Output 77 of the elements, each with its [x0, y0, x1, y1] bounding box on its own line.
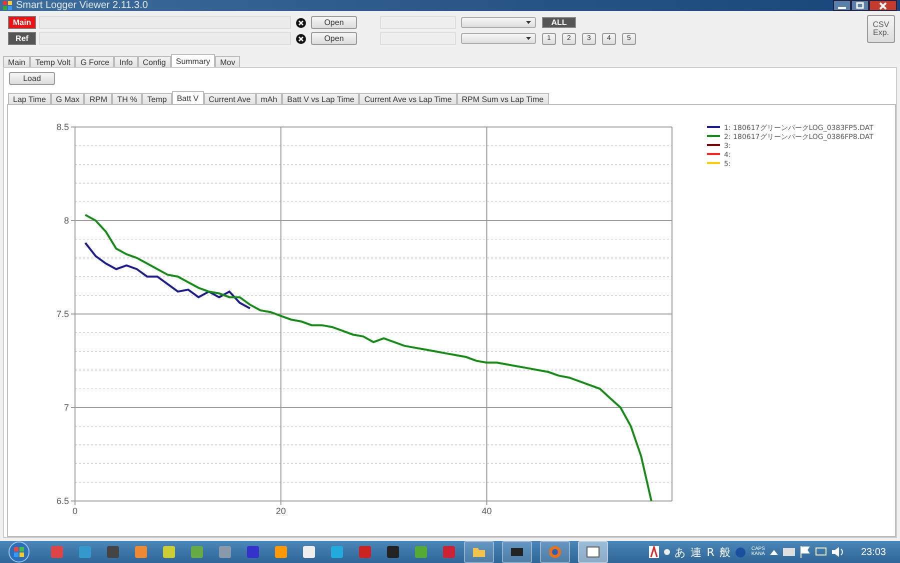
dropdown[interactable] [461, 17, 536, 28]
maximize-button[interactable] [851, 0, 869, 11]
y-tick-label: 7 [64, 402, 69, 412]
minimize-button[interactable] [833, 0, 851, 11]
network-icon[interactable] [782, 547, 795, 557]
taskbar-app-icon[interactable] [414, 545, 428, 559]
caret-icon [526, 21, 531, 24]
dropdown[interactable] [461, 33, 536, 44]
y-tick-label: 8.5 [56, 122, 69, 132]
tab[interactable]: G Force [75, 56, 114, 67]
tab[interactable]: RPM Sum vs Lap Time [456, 93, 549, 104]
close-icon [879, 2, 887, 10]
y-tick-label: 7.5 [56, 309, 69, 319]
x-tick-label: 40 [482, 506, 492, 516]
open-button[interactable]: Open [311, 32, 357, 45]
ime-mode[interactable]: 連 [690, 544, 702, 560]
tab[interactable]: Batt V vs Lap Time [282, 93, 360, 104]
tab[interactable]: Mov [215, 56, 240, 67]
monitor-icon[interactable] [814, 547, 827, 557]
ime-icon[interactable] [648, 546, 659, 558]
csv-export-button[interactable]: CSV Exp. [867, 15, 895, 43]
start-button[interactable] [6, 541, 32, 563]
tab[interactable]: RPM [84, 93, 112, 104]
file-label: Ref [8, 32, 36, 45]
tab[interactable]: Temp [142, 93, 172, 104]
taskbar-app-icon[interactable] [330, 545, 344, 559]
all-button[interactable]: ALL [542, 17, 576, 28]
taskbar-app-icon[interactable] [218, 545, 232, 559]
ime-mode[interactable]: 般 [719, 544, 730, 560]
ime-mode[interactable]: あ [674, 544, 686, 560]
taskbar-app-icon[interactable] [302, 545, 316, 559]
window-icon [586, 546, 600, 558]
browser-icon [548, 545, 562, 559]
console-icon [510, 546, 524, 558]
taskbar-app-icon[interactable] [274, 545, 288, 559]
ime-mode[interactable]: R [706, 546, 714, 558]
show-hidden-icon[interactable] [770, 549, 778, 555]
y-tick-label: 6.5 [56, 496, 69, 506]
tab[interactable]: TH % [112, 93, 142, 104]
x-tick-label: 20 [276, 506, 286, 516]
x-tick-label: 0 [72, 506, 78, 516]
window-title: Smart Logger Viewer 2.11.3.0 [16, 0, 148, 11]
flag-icon[interactable] [800, 546, 810, 558]
clock[interactable]: 23:03 [860, 546, 886, 558]
folder-icon [472, 546, 486, 558]
tab[interactable]: Current Ave vs Lap Time [359, 93, 457, 104]
taskbar-app-icon[interactable] [162, 545, 176, 559]
taskbar-app-icon[interactable] [134, 545, 148, 559]
help-icon[interactable] [735, 546, 746, 558]
clear-icon[interactable] [296, 18, 306, 28]
clear-icon[interactable] [296, 34, 306, 44]
load-button[interactable]: Load [9, 72, 55, 85]
taskbar-app-icon[interactable] [190, 545, 204, 559]
tab[interactable]: G Max [50, 93, 84, 104]
tab[interactable]: mAh [256, 93, 282, 104]
app-icon [3, 0, 13, 10]
restore-icon [856, 2, 864, 9]
tab[interactable]: Lap Time [8, 93, 51, 104]
tab[interactable]: Summary [170, 54, 216, 67]
taskbar-app-icon[interactable] [106, 545, 120, 559]
taskbar-app-icon[interactable] [246, 545, 260, 559]
taskbar-app-icon[interactable] [386, 545, 400, 559]
open-button[interactable]: Open [311, 16, 357, 29]
dot-icon [664, 549, 670, 555]
taskbar-button[interactable] [502, 541, 532, 563]
tab[interactable]: Temp Volt [30, 56, 76, 67]
file-label: Main [8, 16, 36, 29]
tab[interactable]: Info [114, 56, 138, 67]
tab[interactable]: Main [3, 56, 30, 67]
caret-icon [526, 37, 531, 40]
y-tick-label: 8 [64, 216, 69, 226]
taskbar-button[interactable] [578, 541, 608, 563]
close-button[interactable] [869, 0, 897, 11]
tab[interactable]: Config [138, 56, 171, 67]
tab[interactable]: Current Ave [204, 93, 256, 104]
tab[interactable]: Batt V [172, 91, 204, 104]
speaker-icon[interactable] [832, 547, 844, 557]
